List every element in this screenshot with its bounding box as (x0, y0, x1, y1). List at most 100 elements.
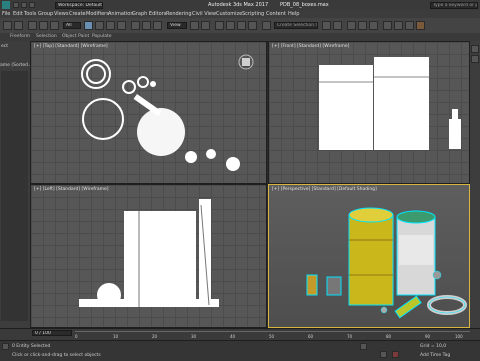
auto-key-icon[interactable] (392, 351, 399, 358)
select-object-icon[interactable] (84, 21, 93, 30)
link-icon[interactable] (28, 21, 37, 30)
viewport-label[interactable]: [+] [Left] [Standard] [Wireframe] (34, 187, 109, 192)
menu-item-rendering[interactable]: Rendering (166, 11, 192, 17)
move-icon[interactable] (131, 21, 140, 30)
menu-item-tools[interactable]: Tools (24, 11, 36, 17)
snaps-toggle-icon[interactable] (215, 21, 224, 30)
left-view-objects (79, 199, 219, 307)
ribbon-tab-freeform[interactable]: Freeform (10, 34, 30, 39)
add-time-tag-button[interactable]: Add Time Tag (420, 353, 450, 358)
menu-item-views[interactable]: Views (54, 11, 68, 17)
ribbon-tab-selection[interactable]: Selection (36, 34, 57, 39)
app-title: Autodesk 3ds Max 2017 (208, 2, 269, 8)
unlink-icon[interactable] (39, 21, 48, 30)
timeline-tick: 30 (191, 334, 197, 339)
perspective-scene (306, 207, 467, 319)
reference-coordinate-dropdown[interactable]: View (167, 22, 187, 29)
new-file-icon[interactable] (13, 2, 19, 8)
selection-filter-dropdown[interactable]: All (63, 22, 81, 29)
viewport-label[interactable]: [+] [Top] [Standard] [Wireframe] (34, 44, 108, 49)
timeline-tick: 90 (425, 334, 431, 339)
app-logo[interactable] (2, 1, 10, 9)
rectangle-selection-icon[interactable] (106, 21, 115, 30)
timeline-tick: 40 (230, 334, 236, 339)
grid-size-label: Grid = 10,0 (420, 344, 447, 349)
menu-item-group[interactable]: Group (38, 11, 53, 17)
undo-icon[interactable] (3, 21, 12, 30)
bind-space-warp-icon[interactable] (50, 21, 59, 30)
main-toolbar: All View Create Selection Se (0, 18, 480, 34)
timeline-tick: 70 (347, 334, 353, 339)
menu-item-content[interactable]: Content (266, 11, 286, 17)
play-icon[interactable] (380, 351, 387, 358)
menu-item-file[interactable]: File (2, 11, 10, 17)
lock-selection-icon[interactable] (360, 343, 367, 350)
ribbon-tab-populate[interactable]: Populate (92, 34, 112, 39)
white-tin-shape (396, 210, 436, 296)
status-bar: 0 Entity Selected Click or click-and-dra… (0, 340, 480, 361)
rotate-icon[interactable] (142, 21, 151, 30)
align-icon[interactable] (333, 21, 342, 30)
render-setup-icon[interactable] (394, 21, 403, 30)
scene-explorer-list[interactable] (1, 71, 28, 321)
viewport-front[interactable]: [+] [Front] [Standard] [Wireframe] (268, 41, 470, 184)
save-file-icon[interactable] (29, 2, 35, 8)
file-name: PDB_08_boxes.max (280, 2, 329, 8)
select-manipulate-icon[interactable] (201, 21, 210, 30)
menu-item-civil-view[interactable]: Civil View (192, 11, 216, 17)
menu-item-help[interactable]: Help (288, 11, 299, 17)
mirror-icon[interactable] (322, 21, 331, 30)
yellow-barrel-shape (348, 207, 394, 306)
rendered-frame-window-icon[interactable] (405, 21, 414, 30)
menu-item-animation[interactable]: Animation (108, 11, 134, 17)
layer-explorer-icon[interactable] (347, 21, 356, 30)
menu-item-scripting[interactable]: Scripting (242, 11, 264, 17)
timeline-tick: 0 (75, 334, 78, 339)
viewport-label[interactable]: [+] [Perspective] [Standard] [Default Sh… (272, 187, 377, 192)
select-by-name-icon[interactable] (95, 21, 104, 30)
menu-item-edit[interactable]: Edit (13, 11, 23, 17)
viewport-left[interactable]: [+] [Left] [Standard] [Wireframe] (30, 184, 267, 328)
pivot-point-icon[interactable] (190, 21, 199, 30)
timeline-tick: 10 (113, 334, 119, 339)
viewport-perspective[interactable]: [+] [Perspective] [Standard] [Default Sh… (268, 184, 470, 328)
prompt-line: Click or click-and-drag to select object… (12, 353, 101, 358)
timeline-tick: 100 (455, 334, 463, 339)
angle-snap-icon[interactable] (226, 21, 235, 30)
percent-snap-icon[interactable] (237, 21, 246, 30)
curve-editor-icon[interactable] (358, 21, 367, 30)
redo-icon[interactable] (14, 21, 23, 30)
open-file-icon[interactable] (21, 2, 27, 8)
maxscript-listener-icon[interactable] (2, 343, 9, 350)
viewport-top[interactable]: [+] [Top] [Standard] [Wireframe] (30, 41, 267, 184)
front-view-objects (319, 57, 461, 150)
edit-named-selection-icon[interactable] (262, 21, 271, 30)
scale-icon[interactable] (153, 21, 162, 30)
menu-item-customize[interactable]: Customize (216, 11, 242, 17)
timeline-tick: 50 (269, 334, 275, 339)
named-selection-set-dropdown[interactable]: Create Selection Se (274, 22, 318, 29)
window-crossing-icon[interactable] (117, 21, 126, 30)
viewport-label[interactable]: [+] [Front] [Standard] [Wireframe] (272, 44, 349, 49)
workspace-dropdown[interactable]: Workspace: Default (55, 2, 103, 9)
timeline-tick: 60 (308, 334, 314, 339)
scene-explorer-label: ect (1, 44, 9, 49)
top-view-objects (81, 59, 240, 171)
quick-access-toolbar (13, 2, 53, 8)
selection-status: 0 Entity Selected (12, 344, 51, 349)
spinner-snap-icon[interactable] (248, 21, 257, 30)
menu-item-graph-editors[interactable]: Graph Editors (132, 11, 166, 17)
ribbon-tab-object-paint[interactable]: Object Paint (62, 34, 89, 39)
menu-item-modifiers[interactable]: Modifiers (86, 11, 109, 17)
search-input[interactable]: Type a keyword or phrase (430, 2, 478, 9)
maximize-viewport-icon[interactable] (471, 45, 479, 53)
menu-item-create[interactable]: Create (69, 11, 86, 17)
timeline-tick: 20 (152, 334, 158, 339)
render-production-icon[interactable] (416, 21, 425, 30)
material-editor-icon[interactable] (383, 21, 392, 30)
menu-bar: File Edit Tools Group Views Create Modif… (0, 10, 480, 18)
pan-view-icon[interactable] (471, 55, 479, 63)
schematic-view-icon[interactable] (369, 21, 378, 30)
time-slider[interactable]: 0 / 100 (32, 330, 72, 336)
timeline-tick: 80 (386, 334, 392, 339)
